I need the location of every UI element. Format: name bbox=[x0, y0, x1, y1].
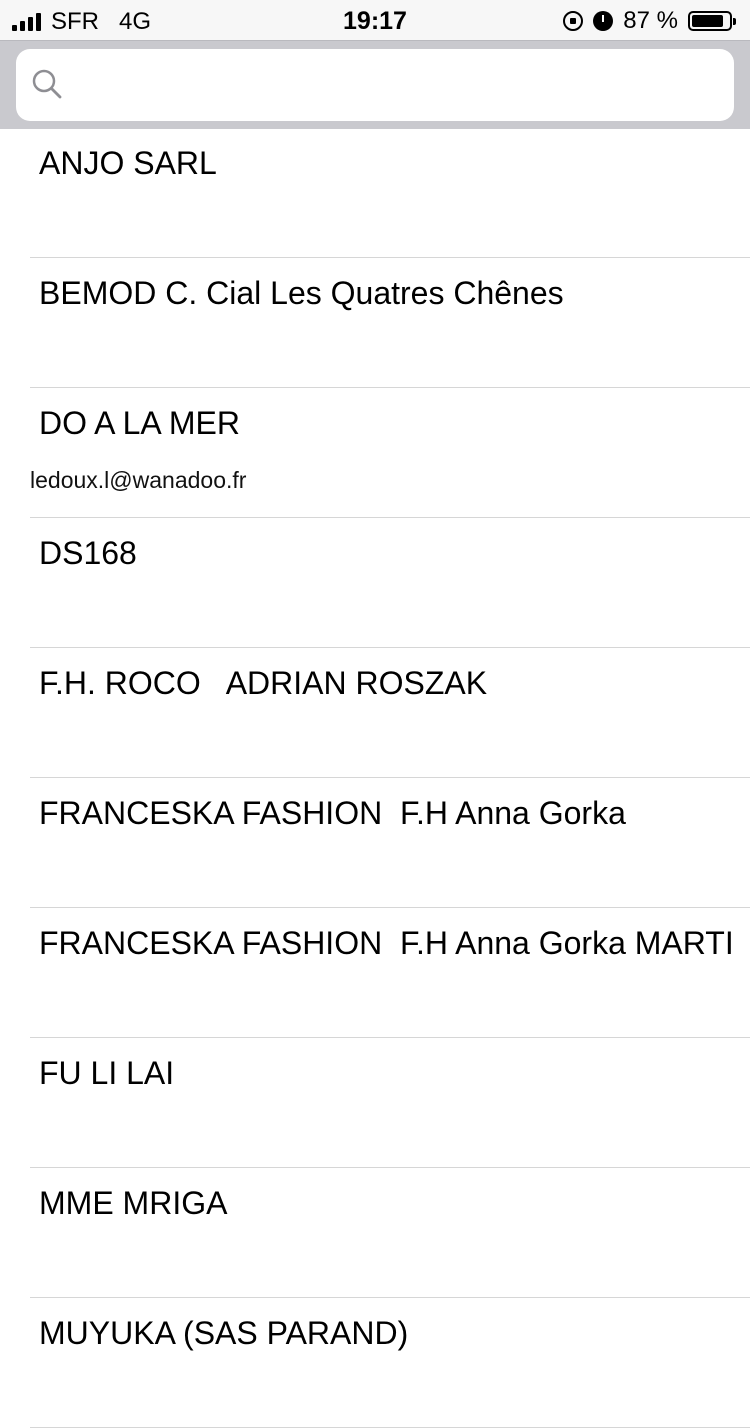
list-item[interactable]: FRANCESKA FASHION F.H Anna Gorka bbox=[30, 778, 750, 908]
list-item[interactable]: DO A LA MER ledoux.l@wanadoo.fr bbox=[30, 388, 750, 518]
contact-name: FRANCESKA FASHION F.H Anna Gorka bbox=[39, 795, 626, 831]
search-input[interactable] bbox=[76, 63, 720, 109]
contact-name: DS168 bbox=[39, 535, 137, 571]
search-icon bbox=[32, 69, 62, 99]
contact-name: DO A LA MER bbox=[39, 405, 240, 441]
status-bar: SFR 4G 19:17 87 % bbox=[0, 0, 750, 40]
list-item[interactable]: MME MRIGA bbox=[30, 1168, 750, 1298]
rotation-lock-icon bbox=[563, 11, 584, 31]
list-item[interactable]: FRANCESKA FASHION F.H Anna Gorka MARTI bbox=[30, 908, 750, 1038]
list-item[interactable]: DS168 bbox=[30, 518, 750, 648]
search-bar bbox=[0, 40, 750, 129]
list-item[interactable]: FU LI LAI bbox=[30, 1038, 750, 1168]
list-item[interactable]: ANJO SARL bbox=[30, 128, 750, 258]
contact-list: ANJO SARL BEMOD C. Cial Les Quatres Chêne… bbox=[0, 128, 750, 1428]
alarm-icon bbox=[593, 11, 614, 31]
contact-name: MME MRIGA bbox=[39, 1185, 228, 1221]
battery-percent: 87 % bbox=[623, 7, 678, 34]
contact-name: FU LI LAI bbox=[39, 1055, 175, 1091]
contact-name: ANJO SARL bbox=[39, 145, 217, 181]
contact-name: FRANCESKA FASHION F.H Anna Gorka MARTI bbox=[39, 925, 734, 961]
search-field[interactable] bbox=[16, 49, 734, 121]
list-item[interactable]: MUYUKA (SAS PARAND) bbox=[30, 1298, 750, 1428]
contact-name: BEMOD C. Cial Les Quatres Chênes bbox=[39, 275, 564, 311]
list-item[interactable]: F.H. ROCO ADRIAN ROSZAK bbox=[30, 648, 750, 778]
battery-icon bbox=[688, 11, 736, 31]
list-item[interactable]: BEMOD C. Cial Les Quatres Chênes bbox=[30, 258, 750, 388]
contact-email: ledoux.l@wanadoo.fr bbox=[30, 467, 247, 493]
battery-fill bbox=[692, 15, 724, 27]
status-right: 87 % bbox=[563, 7, 736, 35]
contact-name: F.H. ROCO ADRIAN ROSZAK bbox=[39, 665, 488, 701]
